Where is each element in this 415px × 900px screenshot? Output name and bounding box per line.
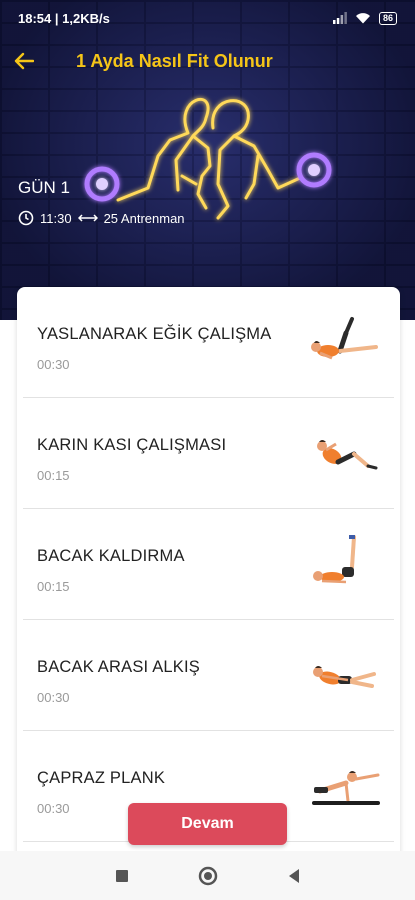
square-icon [115,869,128,882]
continue-button[interactable]: Devam [128,803,287,845]
exercise-duration: 00:30 [37,357,70,372]
nav-home-button[interactable] [165,866,251,886]
status-bar: 18:54 | 1,2KB/s 86 [0,0,415,36]
page-title: 1 Ayda Nasıl Fit Olunur [76,50,273,71]
exercise-name: ÇAPRAZ PLANK [37,769,166,787]
nav-back-button[interactable] [251,868,337,884]
scissor-clap-illustration [313,666,376,688]
cross-plank-illustration [312,771,380,805]
workout-count: 25 Antrenman [103,210,185,226]
exercise-duration: 00:30 [37,801,70,816]
exercise-name: KARIN KASI ÇALIŞMASI [37,436,227,454]
leg-raise-illustration [313,535,356,584]
exercise-name: BACAK KALDIRMA [37,547,185,565]
exercise-item[interactable]: BACAK KALDIRMA 00:15 [23,509,394,620]
exercise-list: YASLANARAK EĞİK ÇALIŞMA 00:30 KARIN KASI… [23,287,394,842]
status-separator: | [51,10,63,26]
status-network-speed: 1,2KB/s [62,10,110,26]
exercise-item[interactable]: YASLANARAK EĞİK ÇALIŞMA 00:30 [23,287,394,398]
workout-meta: 11:30 25 Antrenman [18,210,185,226]
signal-icon [332,12,347,24]
crunch-illustration [317,440,378,470]
header-banner: 18:54 | 1,2KB/s 86 1 Ayda Nasıl Fit Olun… [0,0,415,320]
nav-recents-button[interactable] [79,869,165,883]
circle-icon [198,866,217,885]
triangle-back-icon [288,868,299,883]
day-label: GÜN 1 [18,178,70,197]
back-arrow-icon[interactable] [14,48,54,74]
clock-icon [18,210,34,226]
exercise-item[interactable]: BACAK ARASI ALKIŞ 00:30 [23,620,394,731]
exercise-duration: 00:15 [37,579,70,594]
exercise-duration: 00:30 [37,690,70,705]
status-time: 18:54 [18,10,52,26]
exercise-name: YASLANARAK EĞİK ÇALIŞMA [37,325,272,343]
exercise-duration: 00:15 [37,468,70,483]
total-duration: 11:30 [40,210,72,226]
exercise-name: BACAK ARASI ALKIŞ [37,658,200,676]
leaning-crunch-illustration [311,317,378,360]
android-nav-bar [0,851,415,900]
system-icons: 86 [332,11,397,25]
top-app-bar: 1 Ayda Nasıl Fit Olunur [0,40,415,82]
exercise-item[interactable]: KARIN KASI ÇALIŞMASI 00:15 [23,398,394,509]
battery-icon: 86 [378,11,397,25]
horizontal-arrows-icon [77,214,98,222]
wifi-icon [355,13,370,24]
